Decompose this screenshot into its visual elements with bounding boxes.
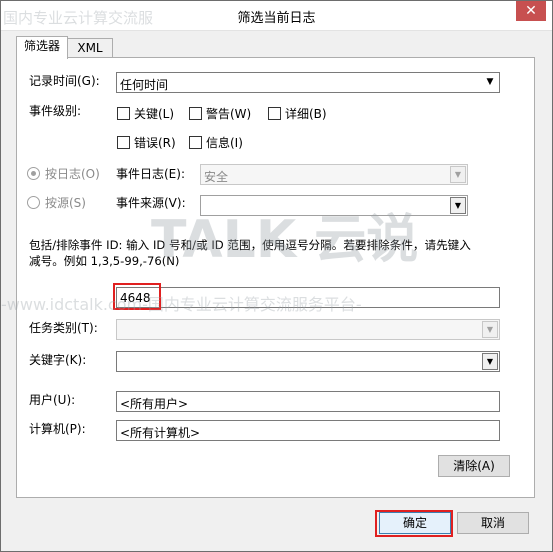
clear-button[interactable]: 清除(A) bbox=[438, 455, 510, 477]
ok-button[interactable]: 确定 bbox=[379, 512, 451, 534]
filter-dialog: 筛选当前日志 ✕ 筛选器 XML 记录时间(G): 任何时间 ▼ 事件级别: 关… bbox=[0, 0, 553, 552]
verbose-checkbox[interactable] bbox=[268, 107, 281, 120]
user-value: <所有用户> bbox=[120, 397, 189, 411]
logged-select[interactable]: 任何时间 ▼ bbox=[116, 72, 500, 93]
cancel-button[interactable]: 取消 bbox=[457, 512, 529, 534]
information-label: 信息(I) bbox=[206, 136, 243, 150]
tab-filter-label: 筛选器 bbox=[23, 39, 60, 53]
include-hint-line1: 包括/排除事件 ID: 输入 ID 号和/或 ID 范围，使用逗号分隔。若要排除… bbox=[29, 238, 471, 252]
error-checkbox[interactable] bbox=[117, 136, 130, 149]
computer-label: 计算机(P): bbox=[29, 422, 86, 436]
verbose-label: 详细(B) bbox=[285, 107, 327, 121]
by-log-label: 按日志(O) bbox=[45, 167, 100, 181]
chevron-down-icon: ▼ bbox=[482, 321, 498, 338]
title-bar: 筛选当前日志 ✕ bbox=[1, 1, 552, 31]
event-id-input[interactable]: 4648 bbox=[116, 287, 500, 308]
error-label: 错误(R) bbox=[134, 136, 176, 150]
dialog-title: 筛选当前日志 bbox=[237, 11, 316, 26]
keywords-label: 关键字(K): bbox=[29, 353, 87, 367]
critical-checkbox[interactable] bbox=[117, 107, 130, 120]
task-category-label: 任务类别(T): bbox=[29, 321, 98, 335]
event-logs-value: 安全 bbox=[204, 170, 229, 184]
event-logs-combo[interactable]: 安全 ▼ bbox=[200, 164, 468, 185]
event-sources-label: 事件来源(V): bbox=[116, 196, 186, 210]
keywords-combo[interactable]: ▼ bbox=[116, 351, 500, 372]
computer-input[interactable]: <所有计算机> bbox=[116, 420, 500, 441]
include-hint-line2: 减号。例如 1,3,5-99,-76(N) bbox=[29, 254, 180, 268]
warning-label: 警告(W) bbox=[206, 107, 252, 121]
logged-label: 记录时间(G): bbox=[29, 74, 100, 88]
event-logs-label: 事件日志(E): bbox=[116, 167, 185, 181]
by-source-label: 按源(S) bbox=[45, 196, 86, 210]
information-checkbox[interactable] bbox=[189, 136, 202, 149]
event-sources-combo[interactable]: ▼ bbox=[200, 195, 468, 216]
task-category-combo[interactable]: ▼ bbox=[116, 319, 500, 340]
tab-xml[interactable]: XML bbox=[67, 38, 113, 59]
user-input[interactable]: <所有用户> bbox=[116, 391, 500, 412]
chevron-down-icon: ▼ bbox=[450, 197, 466, 214]
logged-value: 任何时间 bbox=[120, 78, 169, 92]
event-id-value: 4648 bbox=[120, 291, 151, 305]
tab-filter[interactable]: 筛选器 bbox=[16, 36, 68, 59]
by-source-radio[interactable] bbox=[27, 196, 40, 209]
event-level-label: 事件级别: bbox=[29, 104, 82, 118]
tab-xml-label: XML bbox=[77, 41, 103, 55]
close-button[interactable]: ✕ bbox=[516, 1, 546, 21]
chevron-down-icon: ▼ bbox=[486, 77, 494, 87]
chevron-down-icon: ▼ bbox=[482, 353, 498, 370]
critical-label: 关键(L) bbox=[134, 107, 175, 121]
chevron-down-icon: ▼ bbox=[450, 166, 466, 183]
by-log-radio[interactable] bbox=[27, 167, 40, 180]
radio-dot bbox=[31, 171, 36, 176]
user-label: 用户(U): bbox=[29, 393, 76, 407]
warning-checkbox[interactable] bbox=[189, 107, 202, 120]
computer-value: <所有计算机> bbox=[120, 426, 201, 440]
filter-panel: 记录时间(G): 任何时间 ▼ 事件级别: 关键(L) 警告(W) 详细(B) … bbox=[16, 57, 535, 498]
